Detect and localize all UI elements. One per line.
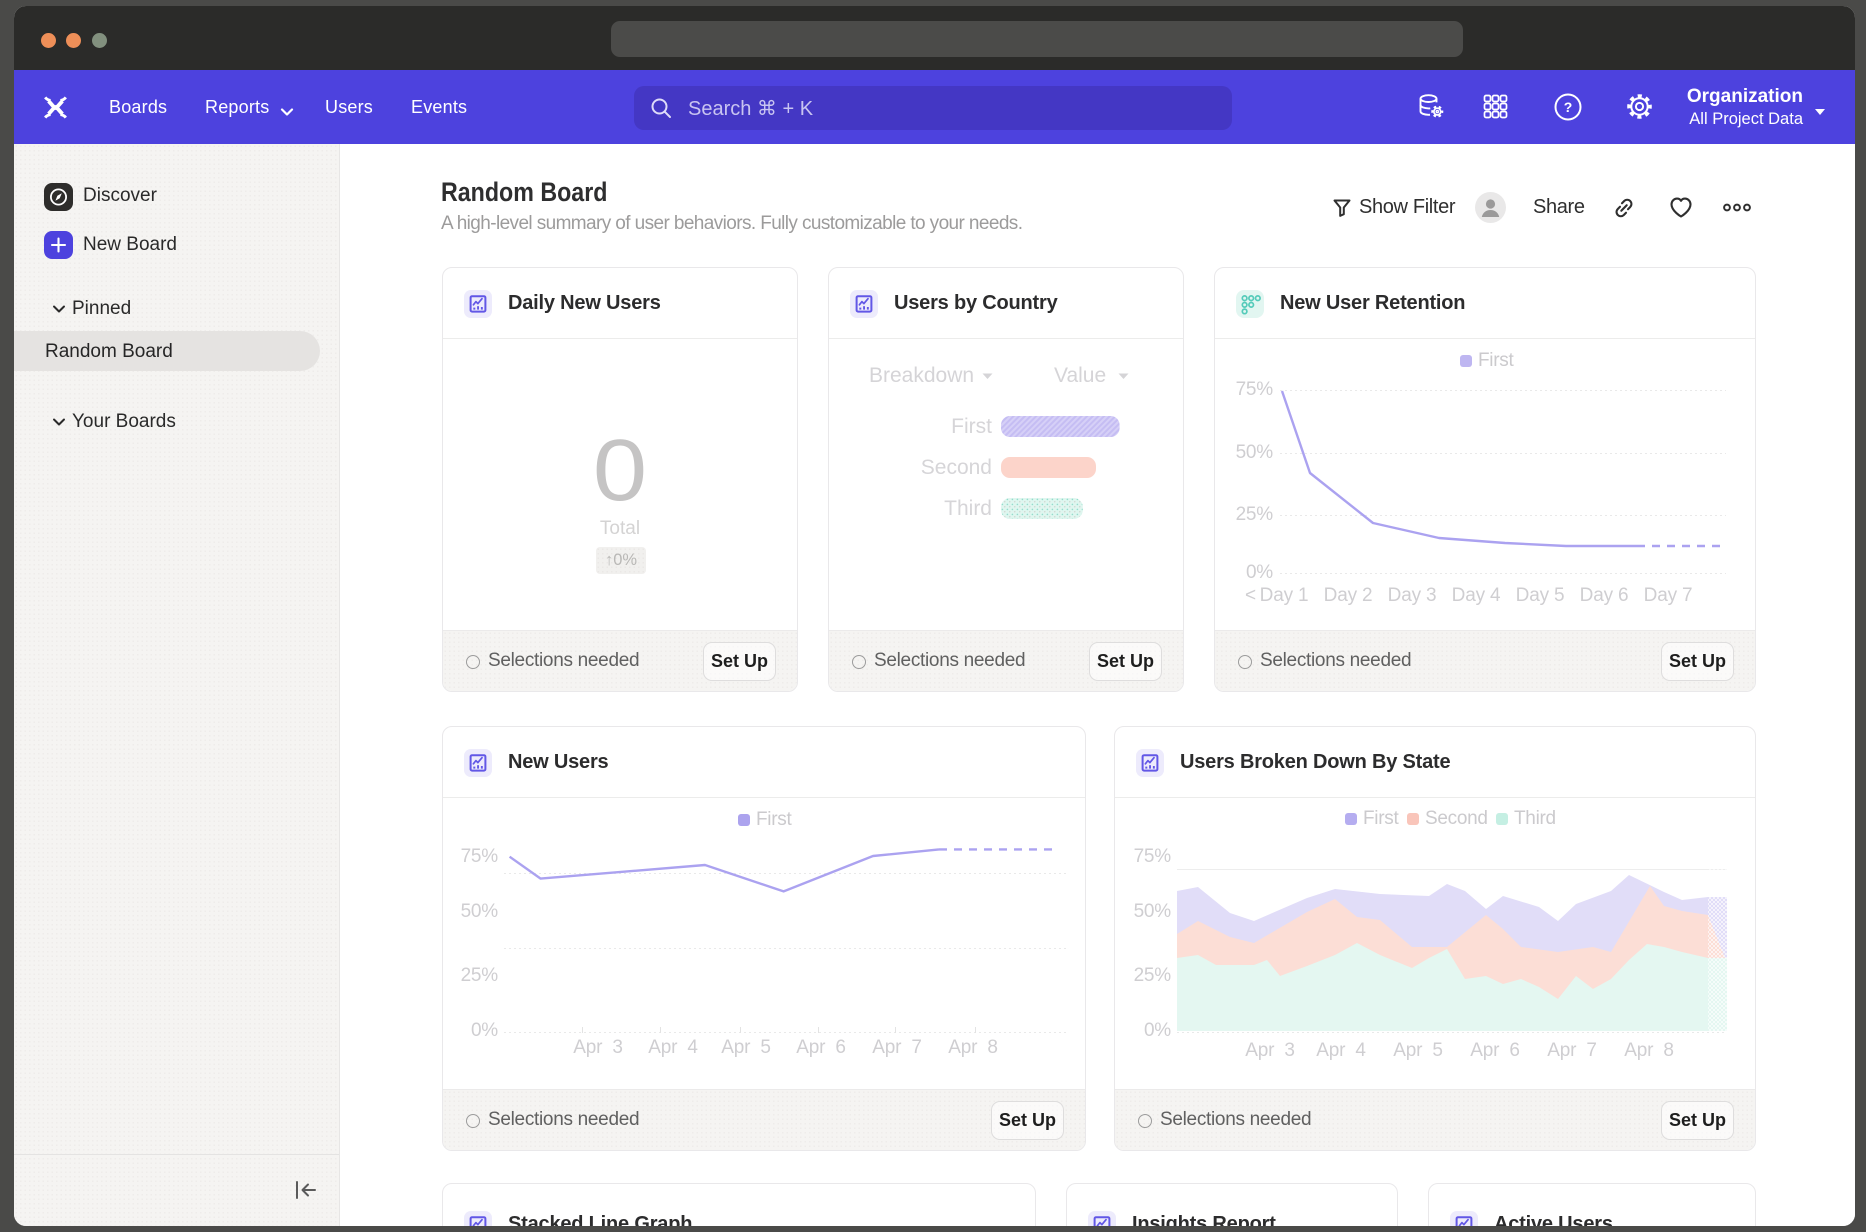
svg-text:?: ?	[1564, 99, 1573, 115]
